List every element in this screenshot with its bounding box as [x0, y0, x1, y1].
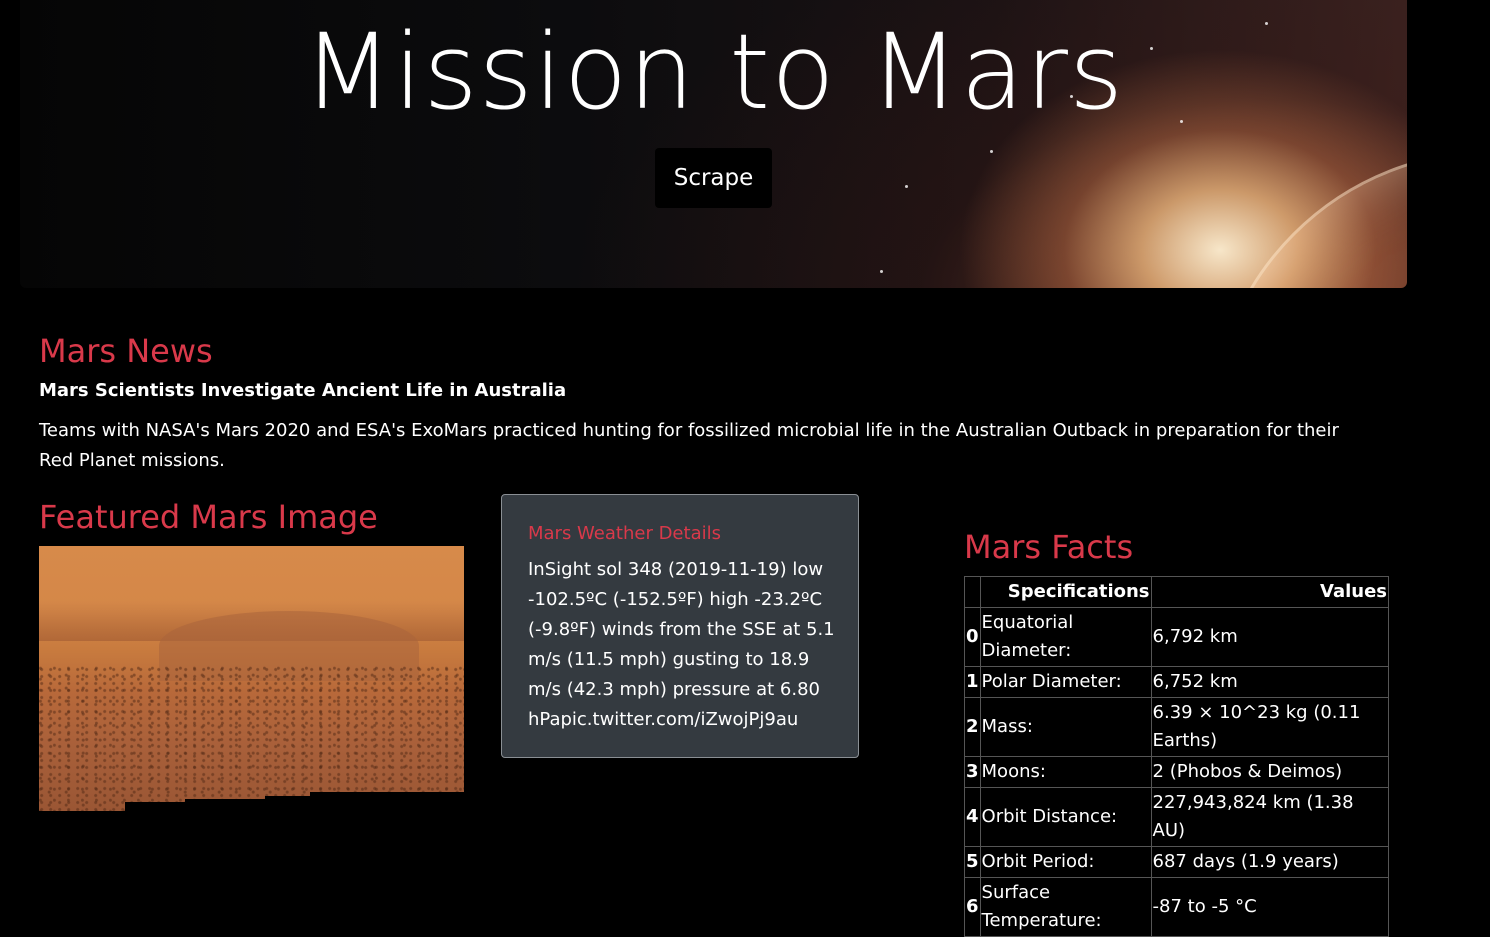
star [880, 270, 883, 273]
value-cell: 6,752 km [1150, 666, 1390, 698]
table-row: 4 Orbit Distance: 227,943,824 km (1.38 A… [964, 787, 1390, 847]
facts-heading: Mars Facts [964, 528, 1134, 566]
spec-cell: Moons: [979, 756, 1152, 788]
spec-cell: Surface Temperature: [979, 877, 1152, 937]
image-edge [310, 792, 464, 811]
featured-mars-image[interactable] [39, 546, 464, 811]
value-cell: 687 days (1.9 years) [1150, 846, 1390, 878]
star [905, 185, 908, 188]
weather-text: InSight sol 348 (2019-11-19) low -102.5º… [528, 559, 835, 730]
row-index: 1 [964, 666, 981, 698]
image-edge [185, 799, 265, 811]
value-cell: -87 to -5 °C [1150, 877, 1390, 937]
table-row: 6 Surface Temperature: -87 to -5 °C [964, 877, 1390, 937]
image-edge [125, 802, 185, 811]
row-index: 3 [964, 756, 981, 788]
hero-banner: Mission to Mars Scrape [20, 0, 1407, 288]
image-edge [265, 796, 310, 811]
image-ground [39, 666, 464, 811]
row-index: 5 [964, 846, 981, 878]
value-cell: 2 (Phobos & Deimos) [1150, 756, 1390, 788]
column-header [964, 576, 981, 608]
table-row: 3 Moons: 2 (Phobos & Deimos) [964, 756, 1390, 788]
spec-cell: Equatorial Diameter: [979, 607, 1152, 667]
column-header: Specifications [979, 576, 1152, 608]
scrape-button[interactable]: Scrape [655, 148, 772, 208]
star [990, 150, 993, 153]
column-header: Values [1150, 576, 1390, 608]
weather-card: Mars Weather Details InSight sol 348 (20… [501, 494, 859, 758]
table-row: 1 Polar Diameter: 6,752 km [964, 666, 1390, 698]
spec-cell: Mass: [979, 697, 1152, 757]
table-row: 2 Mass: 6.39 × 10^23 kg (0.11 Earths) [964, 697, 1390, 757]
weather-heading: Mars Weather Details [528, 523, 721, 544]
planet-glow [1210, 150, 1407, 288]
news-title: Mars Scientists Investigate Ancient Life… [39, 380, 567, 401]
value-cell: 6,792 km [1150, 607, 1390, 667]
table-row: 5 Orbit Period: 687 days (1.9 years) [964, 846, 1390, 878]
page-title: Mission to Mars [302, 11, 1125, 133]
value-cell: 227,943,824 km (1.38 AU) [1150, 787, 1390, 847]
row-index: 4 [964, 787, 981, 847]
table-header-row: Specifications Values [964, 576, 1390, 608]
facts-table: Specifications Values 0 Equatorial Diame… [964, 576, 1390, 937]
value-cell: 6.39 × 10^23 kg (0.11 Earths) [1150, 697, 1390, 757]
news-heading: Mars News [39, 332, 213, 370]
row-index: 6 [964, 877, 981, 937]
spec-cell: Orbit Period: [979, 846, 1152, 878]
row-index: 0 [964, 607, 981, 667]
table-row: 0 Equatorial Diameter: 6,792 km [964, 607, 1390, 667]
featured-image-heading: Featured Mars Image [39, 498, 378, 536]
spec-cell: Polar Diameter: [979, 666, 1152, 698]
spec-cell: Orbit Distance: [979, 787, 1152, 847]
row-index: 2 [964, 697, 981, 757]
news-paragraph: Teams with NASA's Mars 2020 and ESA's Ex… [39, 420, 1339, 471]
